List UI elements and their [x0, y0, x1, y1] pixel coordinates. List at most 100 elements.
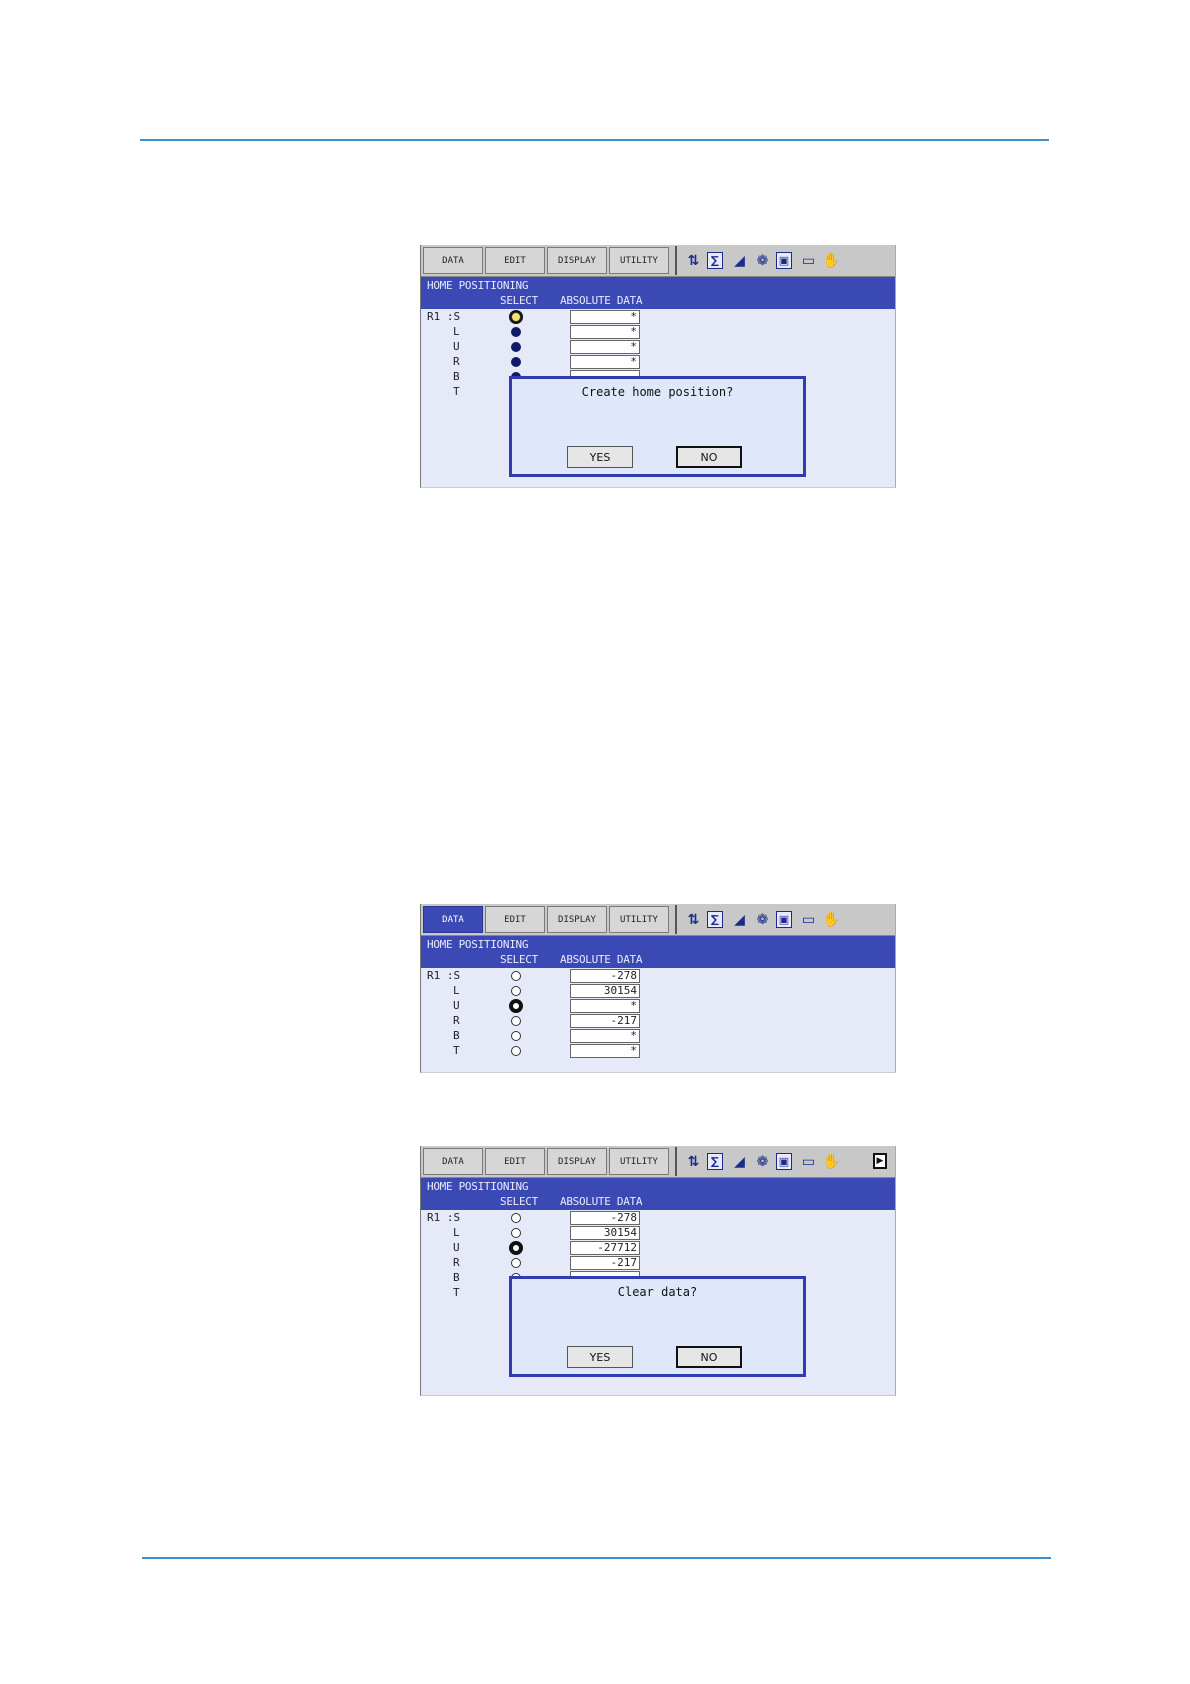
speed-icon[interactable]: ◢ — [730, 1152, 749, 1171]
select-radio[interactable] — [511, 986, 521, 996]
yes-button[interactable]: YES — [567, 1346, 633, 1368]
menu-display-button[interactable]: DISPLAY — [547, 247, 607, 274]
page-icon[interactable]: ▶ — [873, 1153, 887, 1169]
select-radio[interactable] — [511, 357, 521, 367]
monitor-icon[interactable]: ▭ — [799, 910, 818, 929]
step-icon[interactable]: ∑ — [707, 1153, 723, 1170]
absolute-data-field[interactable]: -217 — [570, 1014, 640, 1028]
axis-row: R1 :S * — [421, 310, 895, 325]
yes-button[interactable]: YES — [567, 446, 633, 468]
axis-row: U * — [421, 999, 895, 1014]
absolute-data-field[interactable]: * — [570, 1029, 640, 1043]
title-bar: HOME POSITIONING SELECT ABSOLUTE DATA — [421, 1178, 895, 1210]
monitor-icon[interactable]: ▭ — [799, 251, 818, 270]
servo-icon[interactable]: ❁ — [753, 1152, 772, 1171]
menu-data-button[interactable]: DATA — [423, 1148, 483, 1175]
axis-row: B * — [421, 1029, 895, 1044]
pendant-screen-create-home: DATA EDIT DISPLAY UTILITY ⇅ ∑ ◢ ❁ ▣ ▭ ✋ HOME POSITI… — [420, 245, 896, 488]
menu-data-button[interactable]: DATA — [423, 247, 483, 274]
coordinate-icon[interactable]: ⇅ — [684, 1152, 703, 1171]
column-header-absolute-data: ABSOLUTE DATA — [560, 294, 643, 307]
axis-row: R -217 — [421, 1256, 895, 1271]
dialog-message: Create home position? — [581, 385, 734, 399]
menu-utility-button[interactable]: UTILITY — [609, 906, 669, 933]
hand-icon[interactable]: ✋ — [822, 251, 841, 270]
menu-edit-button[interactable]: EDIT — [485, 1148, 545, 1175]
coordinate-icon[interactable]: ⇅ — [684, 251, 703, 270]
pendant-screen-home-positioning: DATA EDIT DISPLAY UTILITY ⇅ ∑ ◢ ❁ ▣ ▭ ✋ HOME POSITI… — [420, 904, 896, 1073]
absolute-data-field[interactable]: 30154 — [570, 1226, 640, 1240]
header-rule — [140, 139, 1049, 141]
axis-label: U — [453, 999, 460, 1012]
select-radio[interactable] — [511, 342, 521, 352]
coordinate-icon[interactable]: ⇅ — [684, 910, 703, 929]
menu-edit-button[interactable]: EDIT — [485, 247, 545, 274]
axis-label: T — [453, 385, 460, 398]
speed-icon[interactable]: ◢ — [730, 251, 749, 270]
select-radio[interactable] — [511, 1228, 521, 1238]
status-icon-bar: ⇅ ∑ ◢ ❁ ▣ ▭ ✋ ▶ — [675, 1147, 895, 1176]
column-header-absolute-data: ABSOLUTE DATA — [560, 1195, 643, 1208]
dialog-message: Clear data? — [617, 1285, 698, 1299]
axis-label: U — [453, 1241, 460, 1254]
axis-label: B — [453, 370, 460, 383]
teach-icon[interactable]: ▣ — [776, 911, 792, 928]
step-icon[interactable]: ∑ — [707, 911, 723, 928]
menu-display-button[interactable]: DISPLAY — [547, 906, 607, 933]
no-button[interactable]: NO — [676, 446, 742, 468]
menu-bar: DATA EDIT DISPLAY UTILITY ⇅ ∑ ◢ ❁ ▣ ▭ ✋ ▶ — [421, 1146, 895, 1178]
axis-row: R1 :S -278 — [421, 969, 895, 984]
select-radio[interactable] — [511, 1031, 521, 1041]
axis-row: T * — [421, 1044, 895, 1059]
absolute-data-field[interactable]: * — [570, 340, 640, 354]
axis-label: B — [453, 1271, 460, 1284]
menu-utility-button[interactable]: UTILITY — [609, 1148, 669, 1175]
absolute-data-field[interactable]: -27712 — [570, 1241, 640, 1255]
axis-label: R1 :S — [427, 1211, 461, 1224]
screen-title: HOME POSITIONING — [427, 1180, 529, 1193]
absolute-data-field[interactable]: * — [570, 999, 640, 1013]
absolute-data-field[interactable]: * — [570, 310, 640, 324]
hand-icon[interactable]: ✋ — [822, 1152, 841, 1171]
absolute-data-field[interactable]: * — [570, 325, 640, 339]
select-radio[interactable] — [511, 1001, 521, 1011]
menu-bar: DATA EDIT DISPLAY UTILITY ⇅ ∑ ◢ ❁ ▣ ▭ ✋ — [421, 245, 895, 277]
axis-label: R — [453, 355, 460, 368]
monitor-icon[interactable]: ▭ — [799, 1152, 818, 1171]
no-button[interactable]: NO — [676, 1346, 742, 1368]
teach-icon[interactable]: ▣ — [776, 252, 792, 269]
hand-icon[interactable]: ✋ — [822, 910, 841, 929]
menu-edit-button[interactable]: EDIT — [485, 906, 545, 933]
absolute-data-field[interactable]: * — [570, 355, 640, 369]
column-header-select: SELECT — [500, 953, 538, 966]
select-radio[interactable] — [511, 312, 521, 322]
absolute-data-field[interactable]: * — [570, 1044, 640, 1058]
absolute-data-field[interactable]: -278 — [570, 1211, 640, 1225]
select-radio[interactable] — [511, 1046, 521, 1056]
axis-row: L 30154 — [421, 1226, 895, 1241]
menu-display-button[interactable]: DISPLAY — [547, 1148, 607, 1175]
absolute-data-field[interactable]: -217 — [570, 1256, 640, 1270]
servo-icon[interactable]: ❁ — [753, 910, 772, 929]
select-radio[interactable] — [511, 1016, 521, 1026]
axis-label: L — [453, 325, 460, 338]
step-icon[interactable]: ∑ — [707, 252, 723, 269]
menu-data-button[interactable]: DATA — [423, 906, 483, 933]
select-radio[interactable] — [511, 1258, 521, 1268]
menu-utility-button[interactable]: UTILITY — [609, 247, 669, 274]
column-header-select: SELECT — [500, 294, 538, 307]
select-radio[interactable] — [511, 971, 521, 981]
teach-icon[interactable]: ▣ — [776, 1153, 792, 1170]
axis-label: T — [453, 1286, 460, 1299]
select-radio[interactable] — [511, 1213, 521, 1223]
confirm-dialog: Create home position? YES NO — [509, 376, 806, 477]
select-radio[interactable] — [511, 1243, 521, 1253]
servo-icon[interactable]: ❁ — [753, 251, 772, 270]
absolute-data-field[interactable]: 30154 — [570, 984, 640, 998]
footer-rule — [142, 1557, 1051, 1559]
select-radio[interactable] — [511, 327, 521, 337]
speed-icon[interactable]: ◢ — [730, 910, 749, 929]
absolute-data-field[interactable]: -278 — [570, 969, 640, 983]
axis-row: L 30154 — [421, 984, 895, 999]
axis-row: R -217 — [421, 1014, 895, 1029]
